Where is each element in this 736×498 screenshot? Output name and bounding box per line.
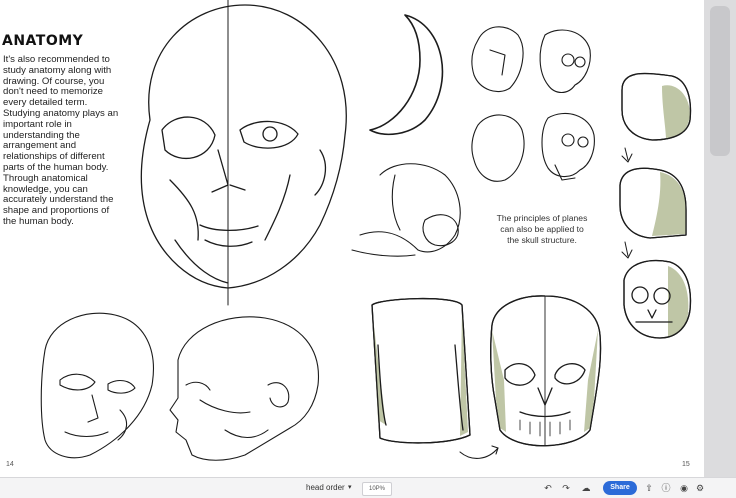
head-plane-progression (619, 72, 692, 339)
export-icon[interactable]: ⇧ (643, 481, 655, 495)
settings-icon[interactable]: ⚙ (694, 481, 706, 495)
share-button[interactable]: Share (603, 481, 637, 495)
book-page-spread: ANATOMY It's also recommended to study a… (0, 0, 704, 477)
anatomy-paragraph: It's also recommended to study anatomy a… (3, 54, 119, 227)
dropdown-chevron-icon[interactable]: ▾ (348, 482, 352, 494)
profile-face-sketch (169, 316, 320, 461)
page-heading: ANATOMY (2, 33, 84, 49)
document-title[interactable]: head order (306, 482, 345, 494)
three-quarter-face-sketch (40, 312, 154, 459)
skull-rotation-studies (471, 26, 595, 182)
zoom-level[interactable]: 10P% (362, 482, 392, 496)
info-icon[interactable]: ◉ (678, 481, 690, 495)
cloud-sync-icon[interactable]: ☁ (580, 481, 592, 495)
crescent-sketch (369, 14, 444, 136)
bottom-toolbar: head order ▾ 10P% ↶ ↷ ☁ Share ⇧ ⓘ ◉ ⚙ (0, 477, 736, 498)
undo-icon[interactable]: ↶ (542, 481, 554, 495)
planar-front-skull (490, 295, 602, 447)
front-face-skull-sketch (140, 0, 347, 306)
skull-planes-caption: The principles of planes can also be app… (496, 213, 588, 246)
vertical-scrollbar[interactable] (704, 0, 736, 477)
help-icon[interactable]: ⓘ (660, 481, 672, 495)
transition-arrow (459, 447, 499, 459)
flat-plane-block (371, 297, 471, 444)
profile-skull-sketch (351, 163, 461, 257)
scrollbar-thumb[interactable] (710, 6, 730, 156)
redo-icon[interactable]: ↷ (560, 481, 572, 495)
page-number-left: 14 (6, 461, 14, 468)
page-number-right: 15 (682, 461, 690, 468)
